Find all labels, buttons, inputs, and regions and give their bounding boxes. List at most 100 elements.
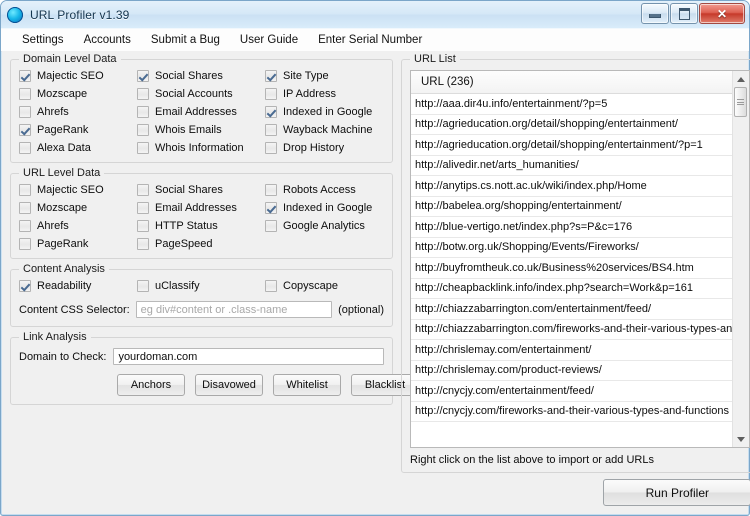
checkbox-icon: [137, 106, 149, 118]
list-item[interactable]: http://cnycjy.com/fireworks-and-their-va…: [411, 402, 732, 423]
url-list-scrollbar[interactable]: [732, 71, 749, 447]
list-item[interactable]: http://babelea.org/shopping/entertainmen…: [411, 197, 732, 218]
menu-item-accounts[interactable]: Accounts: [75, 31, 140, 49]
disavowed-button[interactable]: Disavowed: [195, 374, 263, 396]
checkbox-label: Mozscape: [37, 202, 87, 214]
scroll-down-button[interactable]: [733, 431, 749, 447]
content-css-selector-input[interactable]: eg div#content or .class-name: [136, 301, 332, 318]
menu-bar: Settings Accounts Submit a Bug User Guid…: [1, 29, 749, 52]
scroll-up-button[interactable]: [733, 71, 749, 87]
checkbox-mozscape-domain[interactable]: Mozscape: [19, 88, 137, 100]
checkbox-indexed-in-google-domain[interactable]: Indexed in Google: [265, 106, 384, 118]
list-item[interactable]: http://cheapbacklink.info/index.php?sear…: [411, 279, 732, 300]
whitelist-button[interactable]: Whitelist: [273, 374, 341, 396]
list-item[interactable]: http://cnycjy.com/entertainment/feed/: [411, 381, 732, 402]
checkbox-drop-history-domain[interactable]: Drop History: [265, 142, 384, 154]
checkbox-google-analytics-url[interactable]: Google Analytics: [265, 220, 384, 232]
menu-item-user-guide[interactable]: User Guide: [231, 31, 307, 49]
close-button[interactable]: ✕: [699, 3, 745, 24]
checkbox-icon: [19, 106, 31, 118]
list-item[interactable]: http://blue-vertigo.net/index.php?s=P&c=…: [411, 217, 732, 238]
checkbox-icon: [19, 238, 31, 250]
scrollbar-thumb[interactable]: [734, 87, 747, 117]
checkbox-icon: [19, 124, 31, 136]
scrollbar-track[interactable]: [733, 87, 749, 431]
checkbox-majectic-seo-url[interactable]: Majectic SEO: [19, 184, 137, 196]
checkbox-label: Majectic SEO: [37, 70, 104, 82]
checkbox-icon: [265, 184, 277, 196]
checkbox-label: Ahrefs: [37, 106, 69, 118]
minimize-button[interactable]: [641, 3, 669, 24]
checkbox-majectic-seo-domain[interactable]: Majectic SEO: [19, 70, 137, 82]
checkbox-social-shares-url[interactable]: Social Shares: [137, 184, 265, 196]
domain-level-data-grid: Majectic SEO Social Shares Site Type Moz…: [19, 70, 384, 154]
checkbox-social-accounts-domain[interactable]: Social Accounts: [137, 88, 265, 100]
domain-to-check-input[interactable]: yourdoman.com: [113, 348, 384, 365]
checkbox-placeholder-url: [265, 238, 384, 250]
url-level-data-legend: URL Level Data: [19, 167, 104, 179]
checkbox-wayback-machine-domain[interactable]: Wayback Machine: [265, 124, 384, 136]
url-level-data-grid: Majectic SEO Social Shares Robots Access…: [19, 184, 384, 250]
checkbox-social-shares-domain[interactable]: Social Shares: [137, 70, 265, 82]
checkbox-label: Social Shares: [155, 184, 223, 196]
list-item[interactable]: http://alivedir.net/arts_humanities/: [411, 156, 732, 177]
close-icon: ✕: [717, 8, 727, 20]
checkbox-pagespeed-url[interactable]: PageSpeed: [137, 238, 265, 250]
checkbox-indexed-in-google-url[interactable]: Indexed in Google: [265, 202, 384, 214]
url-list-hint: Right click on the list above to import …: [410, 454, 750, 466]
checkbox-email-addresses-domain[interactable]: Email Addresses: [137, 106, 265, 118]
checkbox-readability[interactable]: Readability: [19, 280, 137, 292]
checkbox-label: Majectic SEO: [37, 184, 104, 196]
checkbox-label: Mozscape: [37, 88, 87, 100]
checkbox-robots-access-url[interactable]: Robots Access: [265, 184, 384, 196]
list-item[interactable]: http://chiazzabarrington.com/fireworks-a…: [411, 320, 732, 341]
domain-level-data-group: Domain Level Data Majectic SEO Social Sh…: [10, 59, 393, 163]
checkbox-uclassify[interactable]: uClassify: [137, 280, 265, 292]
checkbox-whois-information-domain[interactable]: Whois Information: [137, 142, 265, 154]
checkbox-label: Readability: [37, 280, 91, 292]
checkbox-label: PageRank: [37, 238, 88, 250]
checkbox-pagerank-url[interactable]: PageRank: [19, 238, 137, 250]
menu-item-enter-serial-number[interactable]: Enter Serial Number: [309, 31, 431, 49]
url-list-group: URL List URL (236) http://aaa.dir4u.info…: [401, 59, 750, 473]
checkbox-alexa-data-domain[interactable]: Alexa Data: [19, 142, 137, 154]
checkbox-label: Site Type: [283, 70, 329, 82]
minimize-icon: [649, 14, 661, 18]
list-item[interactable]: http://agrieducation.org/detail/shopping…: [411, 135, 732, 156]
maximize-icon: [679, 8, 690, 20]
checkbox-site-type-domain[interactable]: Site Type: [265, 70, 384, 82]
list-item[interactable]: http://buyfromtheuk.co.uk/Business%20ser…: [411, 258, 732, 279]
checkbox-pagerank-domain[interactable]: PageRank: [19, 124, 137, 136]
menu-item-settings[interactable]: Settings: [13, 31, 73, 49]
list-item[interactable]: http://anytips.cs.nott.ac.uk/wiki/index.…: [411, 176, 732, 197]
checkbox-icon: [19, 280, 31, 292]
checkbox-copyscape[interactable]: Copyscape: [265, 280, 384, 292]
checkbox-label: HTTP Status: [155, 220, 218, 232]
checkbox-http-status-url[interactable]: HTTP Status: [137, 220, 265, 232]
list-item[interactable]: http://botw.org.uk/Shopping/Events/Firew…: [411, 238, 732, 259]
checkbox-icon: [19, 88, 31, 100]
url-list-box[interactable]: URL (236) http://aaa.dir4u.info/entertai…: [410, 70, 750, 448]
list-item[interactable]: http://chiazzabarrington.com/entertainme…: [411, 299, 732, 320]
run-profiler-button[interactable]: Run Profiler: [603, 479, 750, 506]
menu-item-submit-a-bug[interactable]: Submit a Bug: [142, 31, 229, 49]
anchors-button[interactable]: Anchors: [117, 374, 185, 396]
checkbox-label: Whois Information: [155, 142, 244, 154]
content-css-selector-label: Content CSS Selector:: [19, 304, 130, 316]
list-item[interactable]: http://aaa.dir4u.info/entertainment/?p=5: [411, 94, 732, 115]
checkbox-label: Wayback Machine: [283, 124, 372, 136]
url-list-column-header[interactable]: URL (236): [411, 71, 732, 94]
checkbox-ip-address-domain[interactable]: IP Address: [265, 88, 384, 100]
url-list-body[interactable]: http://aaa.dir4u.info/entertainment/?p=5…: [411, 94, 732, 447]
checkbox-mozscape-url[interactable]: Mozscape: [19, 202, 137, 214]
checkbox-whois-emails-domain[interactable]: Whois Emails: [137, 124, 265, 136]
maximize-button[interactable]: [670, 3, 698, 24]
checkbox-label: Google Analytics: [283, 220, 365, 232]
list-item[interactable]: http://chrislemay.com/entertainment/: [411, 340, 732, 361]
checkbox-email-addresses-url[interactable]: Email Addresses: [137, 202, 265, 214]
list-item[interactable]: http://agrieducation.org/detail/shopping…: [411, 115, 732, 136]
checkbox-ahrefs-url[interactable]: Ahrefs: [19, 220, 137, 232]
checkbox-icon: [265, 124, 277, 136]
checkbox-ahrefs-domain[interactable]: Ahrefs: [19, 106, 137, 118]
list-item[interactable]: http://chrislemay.com/product-reviews/: [411, 361, 732, 382]
